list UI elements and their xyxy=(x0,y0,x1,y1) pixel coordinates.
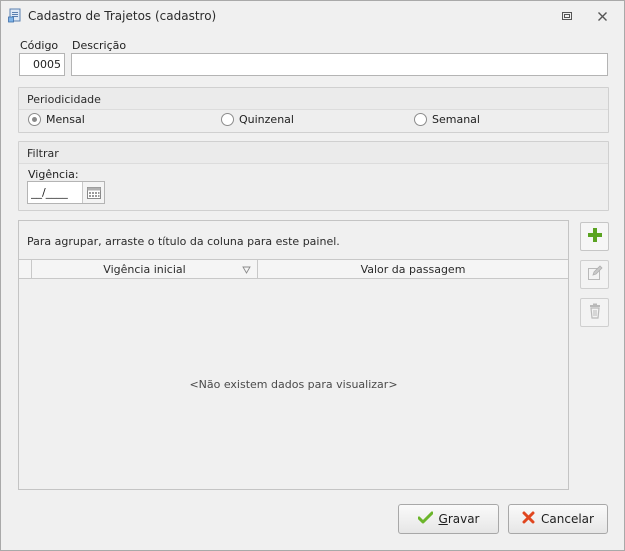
column-header-vigencia-inicial[interactable]: Vigência inicial xyxy=(32,260,258,278)
gravar-button[interactable]: Gravar xyxy=(398,504,499,534)
gravar-label: Gravar xyxy=(438,512,480,526)
group-by-panel[interactable]: Para agrupar, arraste o título da coluna… xyxy=(19,221,568,259)
column-header-vigencia-label: Vigência inicial xyxy=(103,262,186,276)
x-icon xyxy=(522,511,535,527)
radio-quinzenal-indicator xyxy=(221,113,234,126)
descricao-field[interactable] xyxy=(71,53,608,76)
filtrar-group: Filtrar Vigência: xyxy=(18,141,609,211)
radio-semanal-label: Semanal xyxy=(432,113,480,126)
edit-button[interactable] xyxy=(580,260,609,289)
cancelar-button[interactable]: Cancelar xyxy=(508,504,608,534)
vigencia-label: Vigência: xyxy=(28,168,79,181)
grid-body[interactable]: <Não existem dados para visualizar> xyxy=(19,279,568,489)
trash-icon xyxy=(587,303,603,322)
empty-message: <Não existem dados para visualizar> xyxy=(189,378,398,391)
codigo-field[interactable] xyxy=(19,53,65,76)
edit-icon xyxy=(587,265,603,284)
periodicidade-title: Periodicidade xyxy=(27,93,101,106)
filtrar-header: Filtrar xyxy=(19,142,608,164)
radio-mensal-indicator xyxy=(28,113,41,126)
close-icon[interactable] xyxy=(592,7,612,25)
filter-icon[interactable] xyxy=(242,264,251,277)
radio-semanal[interactable]: Semanal xyxy=(414,113,480,126)
radio-quinzenal-label: Quinzenal xyxy=(239,113,294,126)
vigencia-date-field xyxy=(27,181,105,204)
group-by-hint: Para agrupar, arraste o título da coluna… xyxy=(27,235,340,248)
plus-icon xyxy=(587,227,603,246)
radio-semanal-indicator xyxy=(414,113,427,126)
codigo-label: Código xyxy=(20,39,59,52)
vigencia-input[interactable] xyxy=(28,182,82,203)
periodicidade-group: Periodicidade Mensal Quinzenal Semanal xyxy=(18,87,609,133)
title-bar: Cadastro de Trajetos (cadastro) xyxy=(1,1,624,31)
checkmark-icon xyxy=(417,511,433,527)
column-header-valor-label: Valor da passagem xyxy=(360,262,466,276)
add-button[interactable] xyxy=(580,222,609,251)
filtrar-title: Filtrar xyxy=(27,147,59,160)
dialog-window: Cadastro de Trajetos (cadastro) Código D… xyxy=(0,0,625,551)
restore-icon[interactable] xyxy=(557,7,577,25)
descricao-label: Descrição xyxy=(72,39,127,52)
row-indicator-header xyxy=(19,260,32,278)
radio-quinzenal[interactable]: Quinzenal xyxy=(221,113,294,126)
data-grid: Para agrupar, arraste o título da coluna… xyxy=(18,220,569,490)
periodicidade-header: Periodicidade xyxy=(19,88,608,110)
radio-mensal[interactable]: Mensal xyxy=(28,113,85,126)
document-icon xyxy=(8,8,23,23)
delete-button[interactable] xyxy=(580,298,609,327)
radio-mensal-label: Mensal xyxy=(46,113,85,126)
cancelar-label: Cancelar xyxy=(541,512,594,526)
window-title: Cadastro de Trajetos (cadastro) xyxy=(28,9,217,23)
column-header-valor-passagem[interactable]: Valor da passagem xyxy=(258,260,568,278)
grid-header: Vigência inicial Valor da passagem xyxy=(19,259,568,279)
calendar-icon[interactable] xyxy=(82,182,104,203)
